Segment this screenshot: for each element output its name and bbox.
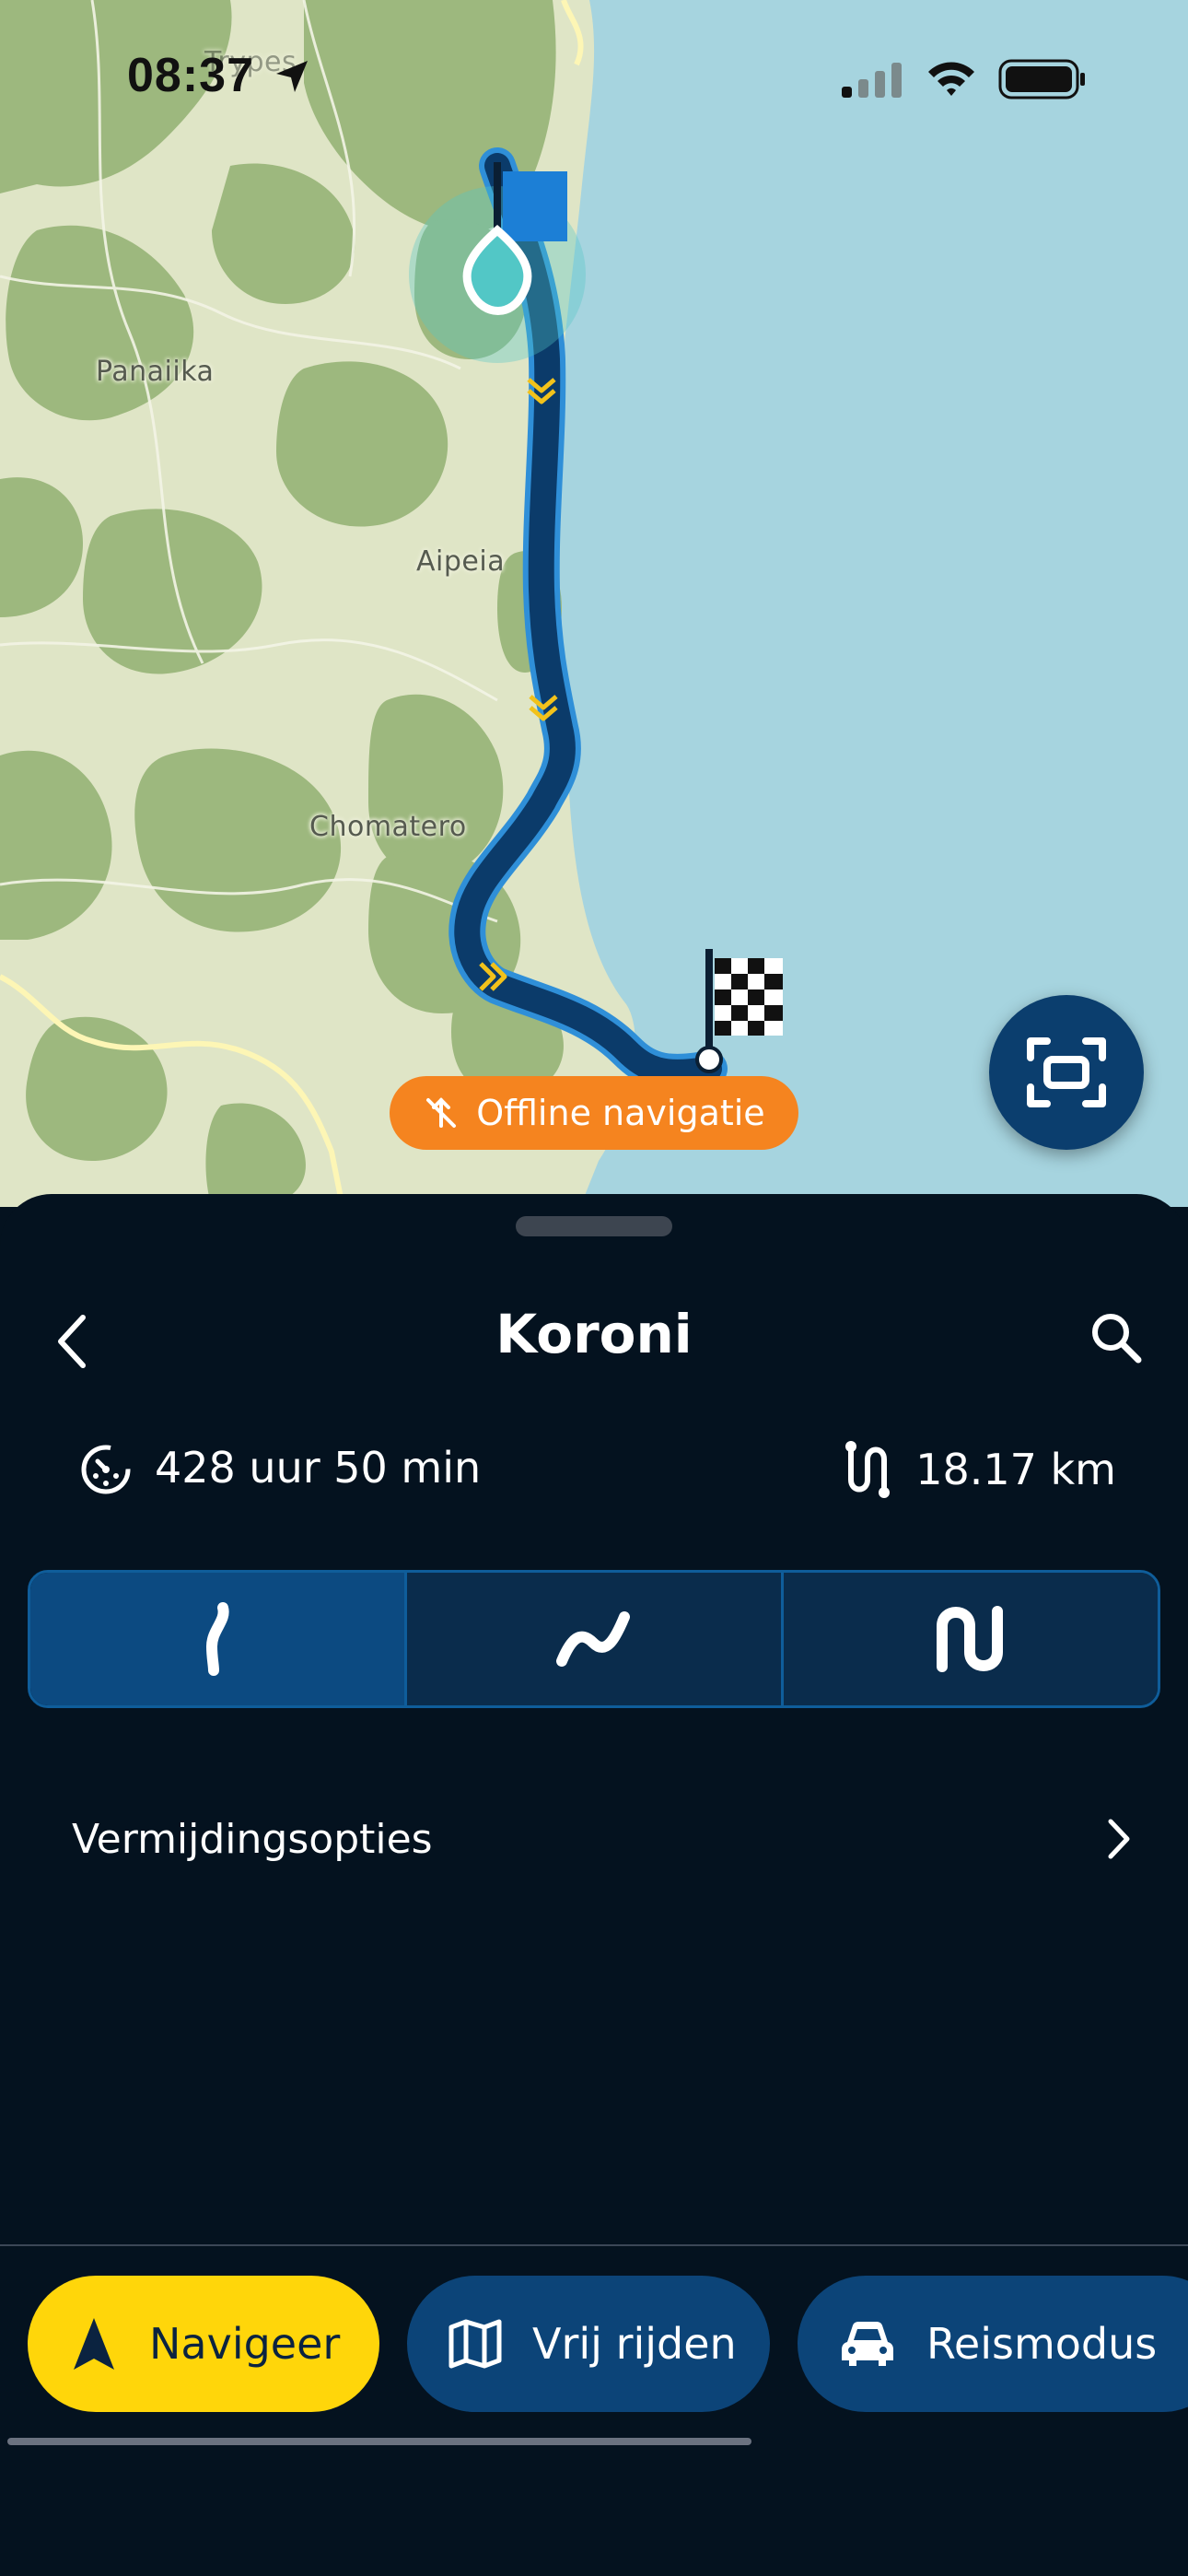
- status-time: 08:37: [127, 49, 254, 102]
- destination-title: Koroni: [495, 1303, 693, 1365]
- route-distance: 18.17 km: [840, 1439, 1116, 1500]
- route-winding-icon: [937, 1606, 1003, 1672]
- car-icon: [842, 2322, 893, 2366]
- signal-icon: [842, 63, 902, 98]
- route-duration: 428 uur 50 min: [77, 1439, 481, 1496]
- map-view[interactable]: Trypes Panaiika Aipeia Chomatero 08:37 O…: [0, 0, 1188, 1207]
- travel-mode-button[interactable]: Reismodus: [798, 2276, 1188, 2412]
- offline-navigation-badge: Offline navigatie: [390, 1076, 798, 1150]
- no-connection-icon: [426, 1097, 457, 1128]
- route-type-fastest[interactable]: [30, 1573, 404, 1705]
- route-distance-icon: [845, 1441, 891, 1498]
- location-arrow-icon: [276, 61, 308, 92]
- search-icon: [1092, 1314, 1142, 1364]
- navigate-label: Navigeer: [149, 2319, 341, 2369]
- stopwatch-icon: [81, 1445, 131, 1494]
- map-label: Chomatero: [309, 811, 467, 843]
- bottom-divider: [0, 2244, 1188, 2246]
- avoid-options-label: Vermijdingsopties: [72, 1815, 433, 1863]
- free-drive-label: Vrij rijden: [532, 2319, 737, 2369]
- status-bar: 08:37: [0, 0, 1188, 157]
- free-drive-button[interactable]: Vrij rijden: [407, 2276, 770, 2412]
- map-icon: [448, 2319, 502, 2369]
- navigate-button[interactable]: Navigeer: [28, 2276, 379, 2412]
- wifi-icon: [928, 62, 974, 96]
- scroll-indicator: [7, 2438, 751, 2445]
- bottom-nav: Navigeer Vrij rijden Reismodus: [0, 2276, 1188, 2416]
- map-label: Aipeia: [416, 545, 506, 578]
- route-type-winding[interactable]: [781, 1573, 1158, 1705]
- offline-navigation-label: Offline navigatie: [476, 1093, 765, 1133]
- route-duration-value: 428 uur 50 min: [155, 1443, 482, 1493]
- search-button[interactable]: [1087, 1308, 1160, 1382]
- travel-mode-label: Reismodus: [926, 2319, 1158, 2369]
- route-type-curvy[interactable]: [404, 1573, 781, 1705]
- navigation-arrow-icon: [74, 2318, 114, 2370]
- route-distance-value: 18.17 km: [915, 1445, 1116, 1494]
- route-curvy-icon: [556, 1611, 630, 1667]
- map-label: Panaiika: [96, 356, 215, 388]
- battery-icon: [998, 59, 1085, 100]
- fit-to-screen-icon: [1027, 1037, 1106, 1107]
- chevron-right-icon: [1108, 1819, 1130, 1859]
- fit-route-button[interactable]: [989, 995, 1144, 1150]
- route-straight-icon: [205, 1602, 229, 1676]
- sheet-drag-handle[interactable]: [516, 1216, 672, 1236]
- route-type-selector: [28, 1570, 1160, 1708]
- avoid-options-row[interactable]: Vermijdingsopties: [0, 1784, 1188, 1894]
